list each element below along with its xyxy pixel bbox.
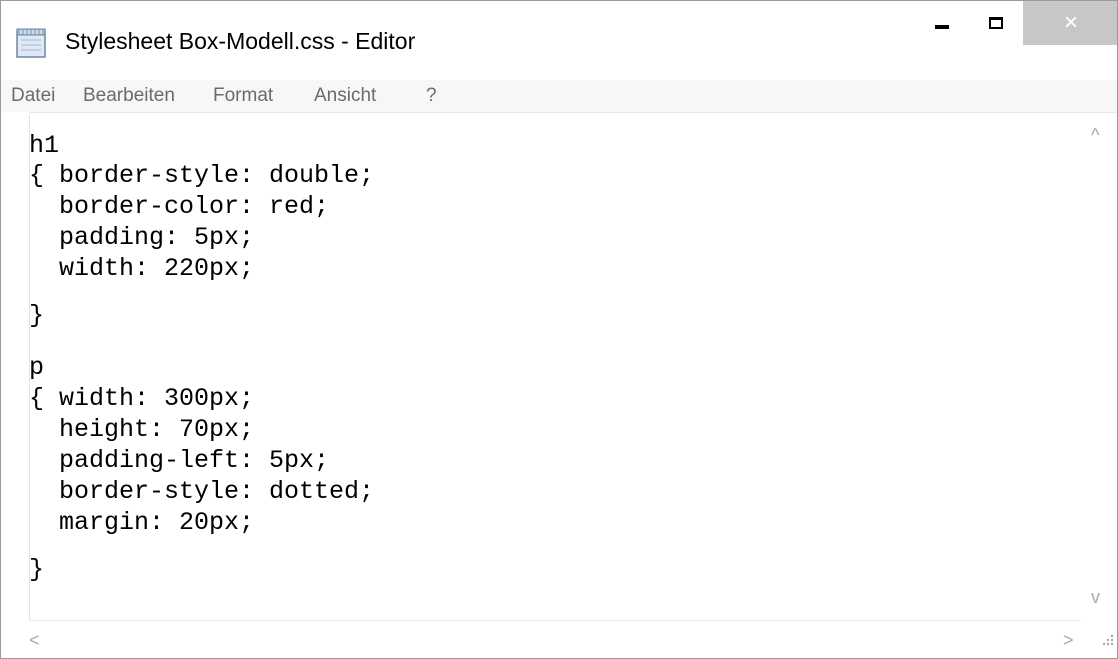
code-line: margin: 20px; bbox=[29, 508, 255, 537]
menu-format[interactable]: Format bbox=[213, 85, 273, 107]
horizontal-scrollbar[interactable]: < > bbox=[29, 620, 1081, 658]
code-line: h1 bbox=[29, 131, 60, 160]
code-line: padding: 5px; bbox=[29, 223, 255, 252]
close-button[interactable]: × bbox=[1023, 1, 1117, 45]
code-line: p bbox=[29, 353, 45, 382]
vertical-scrollbar[interactable]: ^ v bbox=[1081, 114, 1117, 620]
menu-ansicht[interactable]: Ansicht bbox=[314, 85, 376, 107]
scroll-right-arrow-icon[interactable]: > bbox=[1063, 631, 1074, 649]
menu-bar: Datei Bearbeiten Format Ansicht ? bbox=[1, 80, 1117, 113]
maximize-button[interactable] bbox=[969, 1, 1023, 45]
code-line: height: 70px; bbox=[29, 415, 255, 444]
menu-datei[interactable]: Datei bbox=[11, 85, 55, 107]
scroll-up-arrow-icon[interactable]: ^ bbox=[1091, 126, 1099, 144]
code-line: } bbox=[29, 301, 45, 330]
window-title: Stylesheet Box-Modell.css - Editor bbox=[65, 28, 416, 54]
notepad-window: Stylesheet Box-Modell.css - Editor × Dat… bbox=[0, 0, 1118, 659]
code-line: padding-left: 5px; bbox=[29, 446, 330, 475]
notepad-icon[interactable] bbox=[15, 27, 49, 59]
code-line: border-color: red; bbox=[29, 192, 330, 221]
title-bar[interactable]: Stylesheet Box-Modell.css - Editor × bbox=[1, 1, 1117, 80]
close-icon: × bbox=[1063, 9, 1078, 36]
code-line: width: 220px; bbox=[29, 254, 255, 283]
menu-help[interactable]: ? bbox=[426, 85, 437, 107]
code-line: { border-style: double; bbox=[29, 161, 375, 190]
scroll-down-arrow-icon[interactable]: v bbox=[1091, 588, 1100, 606]
maximize-icon bbox=[989, 17, 1003, 29]
code-line: } bbox=[29, 555, 45, 584]
editor-left-margin bbox=[1, 112, 29, 658]
minimize-button[interactable] bbox=[915, 1, 969, 45]
scroll-left-arrow-icon[interactable]: < bbox=[29, 631, 40, 649]
menu-bearbeiten[interactable]: Bearbeiten bbox=[83, 85, 175, 107]
minimize-icon bbox=[935, 25, 949, 29]
code-line: { width: 300px; bbox=[29, 384, 255, 413]
resize-grip-icon[interactable] bbox=[1101, 633, 1115, 647]
code-line: border-style: dotted; bbox=[29, 477, 375, 506]
